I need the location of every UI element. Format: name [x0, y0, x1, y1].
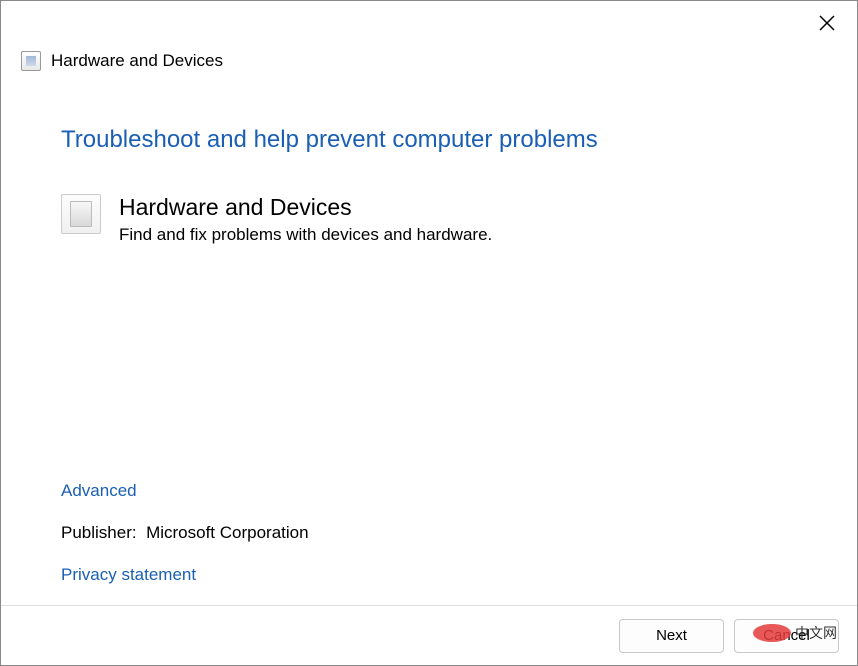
lower-section: Advanced Publisher: Microsoft Corporatio… — [61, 481, 309, 585]
page-heading: Troubleshoot and help prevent computer p… — [61, 126, 797, 154]
publisher-value: Microsoft Corporation — [146, 523, 309, 542]
titlebar — [1, 1, 857, 41]
troubleshooter-text: Hardware and Devices Find and fix proble… — [119, 194, 492, 245]
footer: Next Cancel — [1, 605, 857, 665]
publisher-row: Publisher: Microsoft Corporation — [61, 523, 309, 543]
hardware-devices-icon — [61, 194, 101, 234]
publisher-label: Publisher: — [61, 523, 137, 542]
troubleshooter-window-icon — [21, 51, 41, 71]
cancel-button[interactable]: Cancel — [734, 619, 839, 653]
close-icon — [819, 15, 835, 31]
cancel-button-label: Cancel — [763, 627, 810, 644]
content-area: Troubleshoot and help prevent computer p… — [1, 71, 857, 245]
troubleshooter-title: Hardware and Devices — [119, 194, 492, 221]
troubleshooter-item: Hardware and Devices Find and fix proble… — [61, 194, 797, 245]
troubleshooter-description: Find and fix problems with devices and h… — [119, 225, 492, 245]
privacy-statement-link[interactable]: Privacy statement — [61, 565, 309, 585]
window-title: Hardware and Devices — [51, 51, 223, 71]
next-button[interactable]: Next — [619, 619, 724, 653]
header-row: Hardware and Devices — [1, 41, 857, 71]
next-button-label: Next — [656, 627, 687, 644]
advanced-link[interactable]: Advanced — [61, 481, 309, 501]
close-button[interactable] — [815, 11, 839, 35]
